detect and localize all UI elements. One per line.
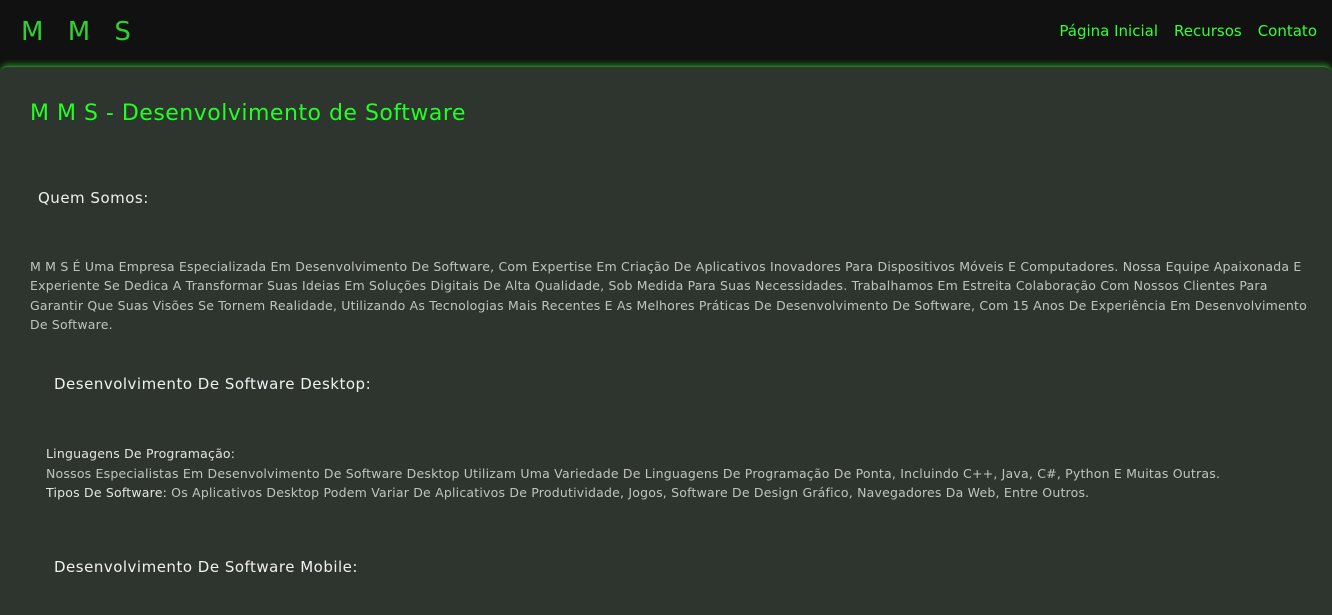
nav-link-resources[interactable]: Recursos (1174, 22, 1242, 40)
main-nav: Página Inicial Recursos Contato (1059, 22, 1317, 40)
about-paragraph: M M S É Uma Empresa Especializada Em Des… (30, 259, 1307, 332)
about-heading: Quem Somos: (38, 189, 149, 207)
main-content: M M S - Desenvolvimento de Software Quem… (0, 66, 1332, 615)
desktop-heading: Desenvolvimento De Software Desktop: (54, 375, 372, 393)
nav-link-home[interactable]: Página Inicial (1059, 22, 1158, 40)
types-label: Tipos De Software: (46, 485, 167, 500)
site-logo[interactable]: M M S (21, 17, 139, 47)
types-line: Tipos De Software: Os Aplicativos Deskto… (46, 483, 1306, 503)
languages-text: Nossos Especialistas Em Desenvolvimento … (46, 465, 1221, 481)
desktop-details: Linguagens De Programação: Nossos Especi… (46, 444, 1306, 503)
types-text: Os Aplicativos Desktop Podem Variar De A… (167, 485, 1090, 500)
nav-link-contact[interactable]: Contato (1258, 22, 1317, 40)
page-title: M M S - Desenvolvimento de Software (30, 101, 466, 126)
top-navbar: M M S Página Inicial Recursos Contato (0, 0, 1332, 68)
languages-label: Linguagens De Programação: (46, 446, 236, 461)
mobile-heading: Desenvolvimento De Software Mobile: (54, 558, 358, 576)
